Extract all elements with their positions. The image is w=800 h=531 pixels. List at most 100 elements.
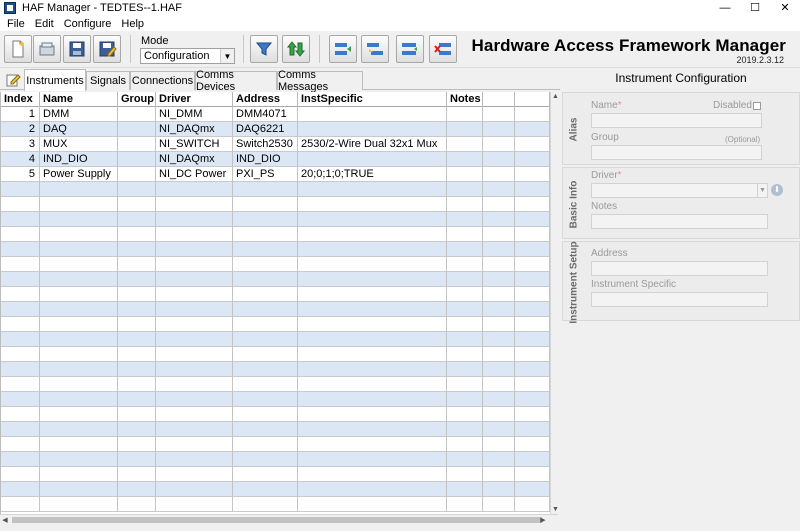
cell-instspecific[interactable] bbox=[298, 437, 447, 452]
insert-row-button[interactable] bbox=[396, 35, 424, 63]
cell-address[interactable] bbox=[233, 242, 298, 257]
cell-index[interactable]: 2 bbox=[1, 122, 40, 137]
instrument-specific-field[interactable] bbox=[591, 292, 768, 307]
cell-notes[interactable] bbox=[447, 332, 483, 347]
cell-notes[interactable] bbox=[447, 482, 483, 497]
table-row[interactable] bbox=[1, 377, 550, 392]
table-row[interactable]: 2 DAQ NI_DAQmx DAQ6221 bbox=[1, 122, 550, 137]
cell-instspecific[interactable] bbox=[298, 407, 447, 422]
cell-instspecific[interactable]: 20;0;1;0;TRUE bbox=[298, 167, 447, 182]
move-in-button[interactable] bbox=[329, 35, 357, 63]
cell-instspecific[interactable] bbox=[298, 302, 447, 317]
cell-driver[interactable] bbox=[156, 437, 233, 452]
cell-name[interactable] bbox=[40, 227, 118, 242]
cell-notes[interactable] bbox=[447, 407, 483, 422]
scroll-thumb[interactable] bbox=[12, 517, 542, 523]
cell-extra2[interactable] bbox=[515, 332, 550, 347]
cell-name[interactable] bbox=[40, 257, 118, 272]
cell-name[interactable]: Power Supply bbox=[40, 167, 118, 182]
cell-extra2[interactable] bbox=[515, 317, 550, 332]
table-row[interactable] bbox=[1, 362, 550, 377]
cell-group[interactable] bbox=[118, 317, 156, 332]
cell-name[interactable] bbox=[40, 407, 118, 422]
cell-extra2[interactable] bbox=[515, 362, 550, 377]
cell-extra2[interactable] bbox=[515, 242, 550, 257]
cell-extra1[interactable] bbox=[483, 227, 515, 242]
cell-group[interactable] bbox=[118, 377, 156, 392]
cell-index[interactable] bbox=[1, 392, 40, 407]
cell-extra1[interactable] bbox=[483, 167, 515, 182]
cell-group[interactable] bbox=[118, 107, 156, 122]
cell-notes[interactable] bbox=[447, 467, 483, 482]
cell-extra1[interactable] bbox=[483, 362, 515, 377]
cell-driver[interactable] bbox=[156, 362, 233, 377]
table-row[interactable] bbox=[1, 257, 550, 272]
cell-index[interactable] bbox=[1, 242, 40, 257]
cell-name[interactable] bbox=[40, 182, 118, 197]
cell-notes[interactable] bbox=[447, 452, 483, 467]
table-row[interactable] bbox=[1, 287, 550, 302]
cell-group[interactable] bbox=[118, 122, 156, 137]
cell-extra2[interactable] bbox=[515, 182, 550, 197]
cell-notes[interactable] bbox=[447, 212, 483, 227]
cell-driver[interactable] bbox=[156, 257, 233, 272]
cell-group[interactable] bbox=[118, 332, 156, 347]
cell-extra2[interactable] bbox=[515, 257, 550, 272]
cell-notes[interactable] bbox=[447, 152, 483, 167]
cell-instspecific[interactable] bbox=[298, 257, 447, 272]
cell-address[interactable] bbox=[233, 377, 298, 392]
cell-extra1[interactable] bbox=[483, 482, 515, 497]
cell-name[interactable] bbox=[40, 377, 118, 392]
table-row[interactable] bbox=[1, 437, 550, 452]
cell-instspecific[interactable] bbox=[298, 227, 447, 242]
cell-group[interactable] bbox=[118, 272, 156, 287]
cell-index[interactable] bbox=[1, 197, 40, 212]
cell-group[interactable] bbox=[118, 437, 156, 452]
tab-comms-devices[interactable]: Comms Devices bbox=[195, 69, 277, 93]
cell-driver[interactable] bbox=[156, 452, 233, 467]
cell-index[interactable] bbox=[1, 317, 40, 332]
cell-instspecific[interactable] bbox=[298, 392, 447, 407]
cell-instspecific[interactable] bbox=[298, 242, 447, 257]
cell-extra1[interactable] bbox=[483, 287, 515, 302]
cell-name[interactable] bbox=[40, 272, 118, 287]
cell-name[interactable] bbox=[40, 422, 118, 437]
cell-address[interactable] bbox=[233, 437, 298, 452]
cell-address[interactable] bbox=[233, 182, 298, 197]
delete-row-button[interactable] bbox=[429, 35, 457, 63]
cell-notes[interactable] bbox=[447, 137, 483, 152]
cell-instspecific[interactable] bbox=[298, 362, 447, 377]
cell-extra1[interactable] bbox=[483, 242, 515, 257]
cell-index[interactable]: 4 bbox=[1, 152, 40, 167]
cell-driver[interactable] bbox=[156, 227, 233, 242]
cell-group[interactable] bbox=[118, 212, 156, 227]
cell-notes[interactable] bbox=[447, 197, 483, 212]
save-button[interactable] bbox=[63, 35, 91, 63]
cell-notes[interactable] bbox=[447, 302, 483, 317]
cell-instspecific[interactable]: 2530/2-Wire Dual 32x1 Mux bbox=[298, 137, 447, 152]
cell-address[interactable] bbox=[233, 482, 298, 497]
table-row[interactable]: 5 Power Supply NI_DC Power PXI_PS 20;0;1;0;T… bbox=[1, 167, 550, 182]
cell-index[interactable] bbox=[1, 272, 40, 287]
cell-group[interactable] bbox=[118, 257, 156, 272]
cell-extra2[interactable] bbox=[515, 407, 550, 422]
cell-driver[interactable] bbox=[156, 242, 233, 257]
cell-instspecific[interactable] bbox=[298, 497, 447, 512]
cell-address[interactable]: DAQ6221 bbox=[233, 122, 298, 137]
table-row[interactable] bbox=[1, 452, 550, 467]
cell-extra2[interactable] bbox=[515, 167, 550, 182]
cell-instspecific[interactable] bbox=[298, 422, 447, 437]
table-row[interactable]: 4 IND_DIO NI_DAQmx IND_DIO bbox=[1, 152, 550, 167]
table-row[interactable] bbox=[1, 482, 550, 497]
cell-group[interactable] bbox=[118, 242, 156, 257]
cell-address[interactable] bbox=[233, 257, 298, 272]
column-header-extra1[interactable] bbox=[483, 92, 515, 107]
table-row[interactable] bbox=[1, 197, 550, 212]
cell-extra1[interactable] bbox=[483, 197, 515, 212]
sort-button[interactable] bbox=[282, 35, 310, 63]
cell-extra2[interactable] bbox=[515, 422, 550, 437]
cell-notes[interactable] bbox=[447, 107, 483, 122]
vertical-scrollbar[interactable]: ▲ ▼ bbox=[550, 92, 558, 515]
scroll-up-icon[interactable]: ▲ bbox=[551, 92, 558, 102]
table-row[interactable] bbox=[1, 302, 550, 317]
